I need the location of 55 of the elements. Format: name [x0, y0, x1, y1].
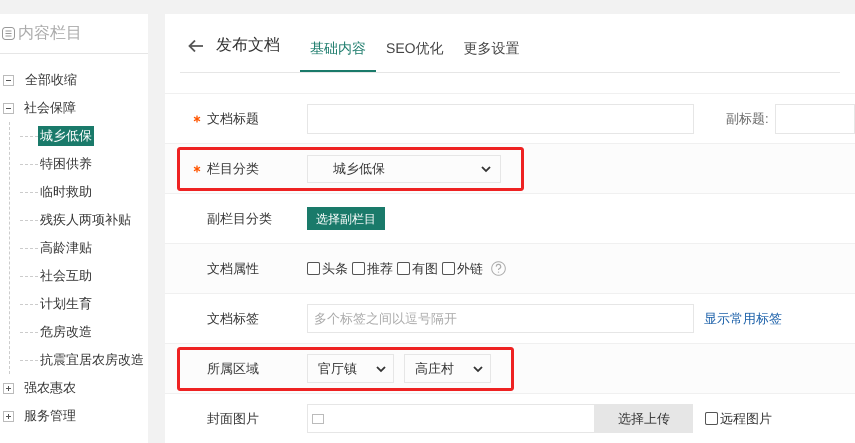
tree-item[interactable]: 服务管理: [22, 406, 78, 426]
checkbox[interactable]: [307, 262, 320, 275]
plus-box-icon[interactable]: [3, 382, 14, 394]
select-button[interactable]: 选择副栏目: [307, 207, 385, 230]
tree-item[interactable]: 危房改造: [38, 322, 94, 342]
tree-item[interactable]: 计划生育: [38, 294, 94, 314]
checkbox-label: 外链: [457, 260, 483, 278]
back-arrow-icon[interactable]: [188, 39, 204, 53]
sidebar-title: 内容栏目: [18, 24, 82, 44]
checkbox[interactable]: [705, 412, 718, 425]
checkbox[interactable]: [352, 262, 365, 275]
tab[interactable]: 基础内容: [300, 26, 376, 72]
field-label: 文档属性: [207, 260, 260, 278]
minus-box-icon[interactable]: [3, 102, 14, 114]
dropdown[interactable]: 高庄村: [404, 354, 491, 383]
field-label: 副标题:: [726, 110, 769, 128]
dropdown[interactable]: 城乡低保: [307, 154, 501, 182]
tags-field[interactable]: 多个标签之间以逗号隔开: [307, 304, 694, 333]
minus-box-icon[interactable]: [3, 74, 14, 86]
dropdown[interactable]: 官厅镇: [307, 354, 394, 383]
tree-item[interactable]: 社会互助: [38, 266, 94, 286]
checkbox-label: 头条: [322, 260, 348, 278]
asterisk-icon: [193, 114, 201, 122]
checkbox[interactable]: [397, 262, 410, 275]
field-label: 栏目分类: [207, 160, 260, 178]
input-field[interactable]: [307, 104, 694, 134]
tree-item[interactable]: 临时救助: [38, 182, 94, 202]
input-field[interactable]: [774, 104, 855, 134]
tree-item[interactable]: 强农惠农: [22, 378, 78, 398]
checkbox[interactable]: [442, 262, 455, 275]
tab[interactable]: SEO优化: [376, 26, 454, 72]
field-label: 文档标签: [207, 310, 260, 328]
list-icon: [2, 27, 15, 40]
upload-button[interactable]: 选择上传: [595, 404, 693, 433]
checkbox-label: 远程图片: [720, 410, 772, 428]
upload-field[interactable]: [307, 404, 595, 433]
tree-item[interactable]: 特困供养: [38, 154, 94, 174]
field-label: 文档标题: [207, 110, 260, 128]
checkbox-label: 有图: [412, 260, 438, 278]
asterisk-icon: [193, 164, 201, 172]
tree-item[interactable]: 全部收缩: [25, 70, 77, 90]
checkbox-label: 推荐: [367, 260, 393, 278]
link[interactable]: 显示常用标签: [704, 308, 782, 328]
field-label: 副栏目分类: [207, 210, 273, 228]
field-label: 所属区域: [207, 360, 260, 378]
tree-item[interactable]: 城乡低保: [38, 126, 94, 146]
image-icon: [312, 414, 324, 424]
page-title: 发布文档: [216, 36, 280, 56]
plus-box-icon[interactable]: [3, 410, 14, 422]
field-label: 封面图片: [207, 410, 260, 428]
tree-item[interactable]: 高龄津贴: [38, 238, 94, 258]
tree-item[interactable]: 社会保障: [22, 98, 78, 118]
tree-item[interactable]: 残疾人两项补贴: [38, 210, 133, 230]
tab[interactable]: 更多设置: [454, 26, 530, 72]
tree-item[interactable]: 抗震宜居农房改造: [38, 350, 146, 370]
